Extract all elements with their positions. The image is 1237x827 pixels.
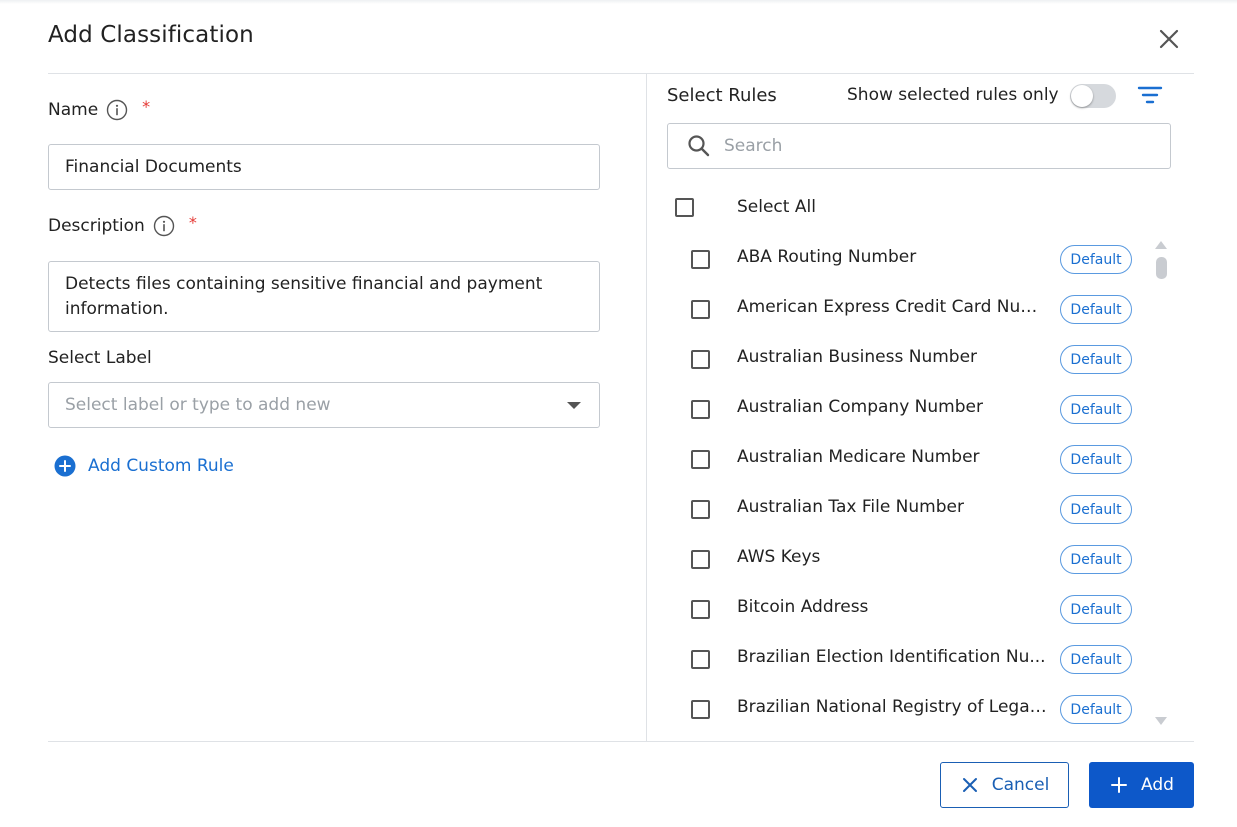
footer-divider — [48, 741, 1194, 742]
close-icon — [962, 778, 977, 792]
search-input[interactable] — [724, 136, 1144, 156]
default-badge: Default — [1060, 345, 1132, 374]
default-badge: Default — [1060, 545, 1132, 574]
default-badge: Default — [1060, 595, 1132, 624]
rule-checkbox[interactable] — [691, 350, 710, 369]
rule-checkbox[interactable] — [691, 700, 710, 719]
name-input[interactable]: Financial Documents — [48, 144, 600, 190]
select-all-checkbox[interactable] — [675, 198, 694, 217]
default-badge: Default — [1060, 695, 1132, 724]
info-icon[interactable] — [106, 99, 128, 121]
rule-row[interactable]: ABA Routing Number Default — [667, 234, 1147, 284]
dialog-title: Add Classification — [48, 22, 254, 48]
rule-row[interactable]: Australian Company Number Default — [667, 384, 1147, 434]
default-badge: Default — [1060, 645, 1132, 674]
search-icon — [688, 135, 710, 157]
add-classification-dialog: Add Classification Name * Financial Docu… — [0, 0, 1237, 827]
rule-checkbox[interactable] — [691, 250, 710, 269]
rule-name: Bitcoin Address — [737, 597, 869, 617]
description-textarea[interactable]: Detects files containing sensitive finan… — [48, 261, 600, 332]
filter-button[interactable] — [1136, 83, 1164, 107]
rule-checkbox[interactable] — [691, 500, 710, 519]
rule-name: Brazilian National Registry of Legal E..… — [737, 697, 1051, 717]
plus-circle-icon — [54, 455, 76, 477]
rule-checkbox[interactable] — [691, 650, 710, 669]
select-rules-title: Select Rules — [667, 85, 777, 106]
rule-checkbox[interactable] — [691, 600, 710, 619]
caret-down-icon — [567, 402, 581, 409]
info-icon[interactable] — [153, 215, 175, 237]
rule-name: Australian Tax File Number — [737, 497, 964, 517]
name-field-label: Name * — [48, 96, 151, 121]
required-asterisk: * — [188, 212, 197, 232]
rule-name: AWS Keys — [737, 547, 821, 567]
scroll-down-arrow[interactable] — [1155, 717, 1167, 725]
label-select[interactable]: Select label or type to add new — [48, 382, 600, 428]
rule-row[interactable]: Brazilian Election Identification Nu... … — [667, 634, 1147, 684]
plus-icon — [1111, 777, 1128, 793]
rule-checkbox[interactable] — [691, 400, 710, 419]
rule-row[interactable]: Australian Medicare Number Default — [667, 434, 1147, 484]
add-custom-rule-label: Add Custom Rule — [88, 456, 234, 476]
rule-name: Brazilian Election Identification Nu... — [737, 647, 1046, 667]
name-label-text: Name — [48, 100, 99, 120]
show-selected-label: Show selected rules only — [847, 85, 1059, 105]
close-button[interactable] — [1154, 24, 1184, 54]
add-button[interactable]: Add — [1089, 762, 1194, 808]
rule-checkbox[interactable] — [691, 300, 710, 319]
column-divider — [646, 74, 647, 741]
top-shadow — [0, 0, 1237, 4]
rule-name: Australian Medicare Number — [737, 447, 980, 467]
rule-checkbox[interactable] — [691, 550, 710, 569]
scrollbar-thumb[interactable] — [1156, 257, 1167, 279]
add-custom-rule-button[interactable]: Add Custom Rule — [54, 455, 234, 477]
cancel-label: Cancel — [991, 775, 1050, 795]
rule-name: American Express Credit Card Num... — [737, 297, 1051, 317]
toggle-knob — [1071, 85, 1093, 107]
filter-icon — [1137, 86, 1163, 104]
select-label-label: Select Label — [48, 348, 152, 368]
default-badge: Default — [1060, 495, 1132, 524]
cancel-button[interactable]: Cancel — [940, 762, 1069, 808]
close-icon — [1159, 29, 1179, 49]
default-badge: Default — [1060, 295, 1132, 324]
rule-name: Australian Company Number — [737, 397, 983, 417]
rule-row[interactable]: American Express Credit Card Num... Defa… — [667, 284, 1147, 334]
description-field-label: Description * — [48, 212, 197, 237]
rules-search[interactable] — [667, 123, 1171, 169]
rule-checkbox[interactable] — [691, 450, 710, 469]
rule-row[interactable]: AWS Keys Default — [667, 534, 1147, 584]
add-label: Add — [1141, 775, 1174, 795]
required-asterisk: * — [142, 96, 151, 116]
label-select-placeholder: Select label or type to add new — [65, 395, 331, 415]
select-all-label: Select All — [737, 197, 816, 217]
rule-name: ABA Routing Number — [737, 247, 917, 267]
default-badge: Default — [1060, 395, 1132, 424]
default-badge: Default — [1060, 445, 1132, 474]
header-divider — [48, 73, 1194, 74]
scroll-up-arrow[interactable] — [1155, 241, 1167, 249]
show-selected-toggle[interactable] — [1070, 84, 1116, 108]
rule-name: Australian Business Number — [737, 347, 978, 367]
description-label-text: Description — [48, 216, 145, 236]
rule-row[interactable]: Australian Business Number Default — [667, 334, 1147, 384]
rule-row[interactable]: Australian Tax File Number Default — [667, 484, 1147, 534]
default-badge: Default — [1060, 245, 1132, 274]
rule-row[interactable]: Bitcoin Address Default — [667, 584, 1147, 634]
rule-row[interactable]: Brazilian National Registry of Legal E..… — [667, 684, 1147, 734]
